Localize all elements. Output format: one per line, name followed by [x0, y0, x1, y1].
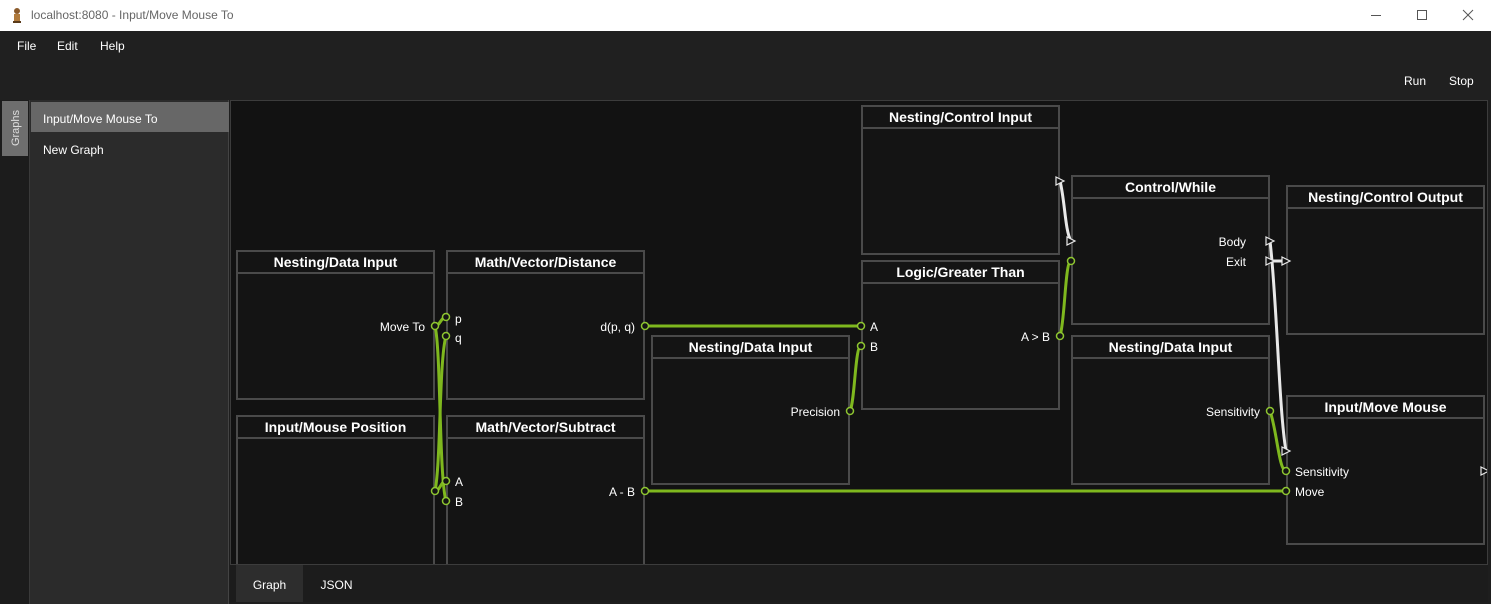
wire-precision-b — [848, 344, 863, 413]
maximize-icon — [1417, 10, 1427, 20]
minimize-icon — [1371, 15, 1381, 16]
graph-list: Input/Move Mouse To New Graph — [29, 100, 229, 604]
control-port-output-in — [1281, 256, 1292, 266]
graph-list-item-label: Input/Move Mouse To — [43, 112, 158, 126]
wire-greater-while — [1058, 259, 1073, 338]
title-bar: localhost:8080 - Input/Move Mouse To — [0, 0, 1491, 31]
menu-help[interactable]: Help — [100, 39, 125, 53]
port-greater-a — [856, 321, 866, 331]
port-subtract-a — [441, 476, 451, 486]
port-distance-p — [441, 312, 451, 322]
port-greater-out — [1055, 331, 1065, 341]
port-subtract-b — [441, 496, 451, 506]
minimize-button[interactable] — [1353, 0, 1399, 31]
port-subtract-out — [640, 486, 650, 496]
port-distance-out — [640, 321, 650, 331]
port-move-mouse-sensitivity — [1281, 466, 1291, 476]
tab-json[interactable]: JSON — [303, 565, 370, 602]
graph-list-item-new-graph[interactable]: New Graph — [31, 133, 229, 163]
close-button[interactable] — [1445, 0, 1491, 31]
menu-file[interactable]: File — [17, 39, 36, 53]
app-icon — [13, 8, 21, 23]
port-move-mouse-move — [1281, 486, 1291, 496]
side-tab-strip — [0, 100, 29, 604]
control-wire-input-while — [1058, 179, 1073, 243]
graphs-side-tab-label: Graphs — [10, 109, 22, 147]
menu-edit[interactable]: Edit — [57, 39, 78, 53]
port-while-condition — [1066, 256, 1076, 266]
port-distance-q — [441, 331, 451, 341]
port-sensitivity-out — [1265, 406, 1275, 416]
connection-wires — [430, 176, 1487, 506]
tab-graph[interactable]: Graph — [236, 565, 303, 602]
graphs-side-tab[interactable]: Graphs — [2, 101, 28, 156]
window-title: localhost:8080 - Input/Move Mouse To — [31, 8, 234, 22]
graph-list-item-label: New Graph — [43, 143, 104, 157]
close-icon — [1462, 9, 1474, 21]
tab-json-label: JSON — [320, 578, 353, 592]
port-greater-b — [856, 341, 866, 351]
port-move-to-out — [430, 321, 440, 331]
toolbar: Run Stop — [0, 62, 1491, 100]
bottom-tab-bar: Graph JSON — [230, 565, 1488, 602]
control-port-move-mouse-out — [1480, 466, 1487, 476]
run-button[interactable]: Run — [1404, 74, 1426, 88]
port-mouse-position-out — [430, 486, 440, 496]
menu-bar: File Edit Help — [0, 31, 1491, 62]
stop-button[interactable]: Stop — [1449, 74, 1474, 88]
maximize-button[interactable] — [1399, 0, 1445, 31]
graph-canvas[interactable]: Nesting/Data Input Move To Input/Mouse P… — [230, 100, 1488, 565]
tab-graph-label: Graph — [252, 578, 287, 592]
graph-list-item-move-mouse-to[interactable]: Input/Move Mouse To — [31, 102, 229, 132]
port-precision-out — [845, 406, 855, 416]
